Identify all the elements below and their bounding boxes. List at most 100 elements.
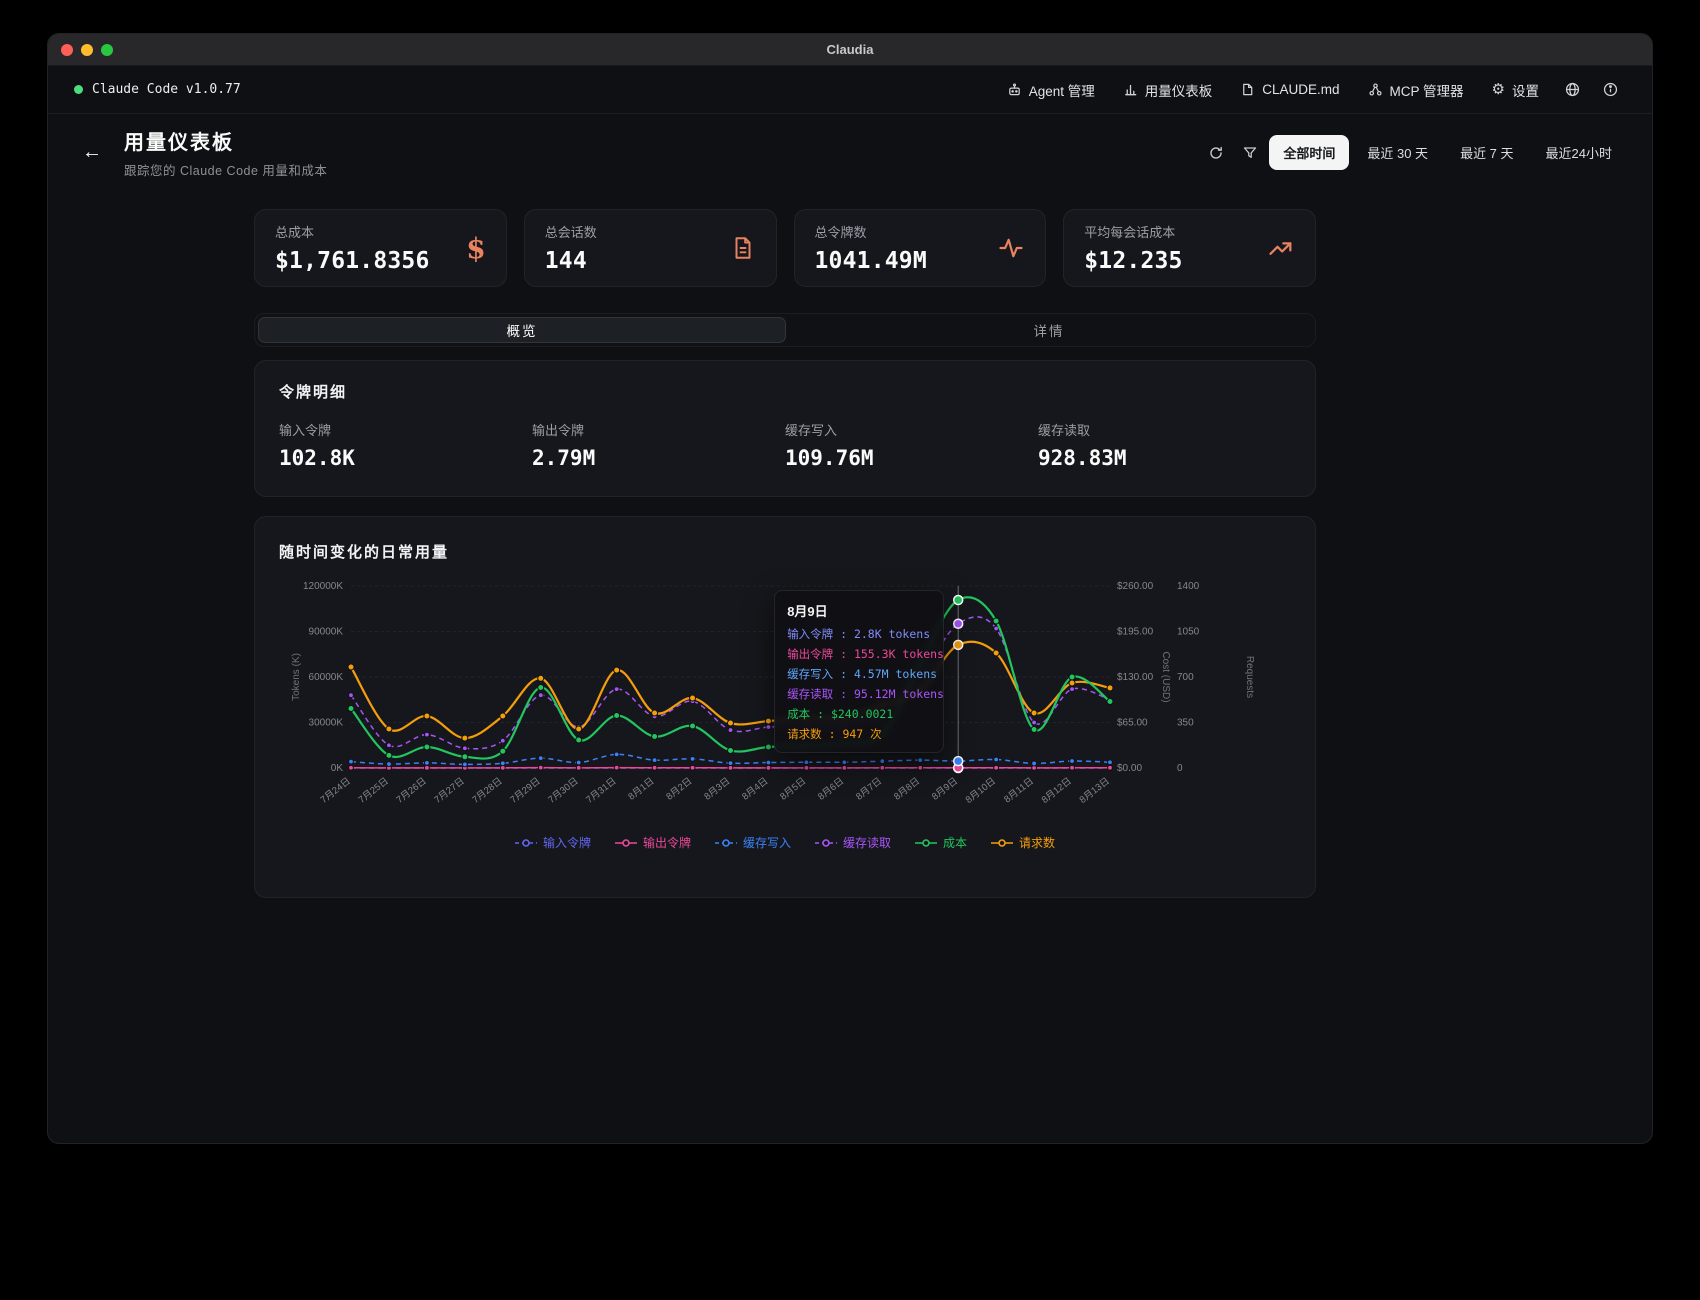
svg-text:8月12日: 8月12日 <box>1040 776 1074 806</box>
zoom-window-button[interactable] <box>101 44 113 56</box>
nav-settings-label: 设置 <box>1512 80 1539 100</box>
legend-item[interactable]: 输出令牌 <box>615 834 691 851</box>
stat-card-total-cost: 总成本 $1,761.8356 $ <box>254 209 507 287</box>
close-window-button[interactable] <box>61 44 73 56</box>
svg-text:$0.00: $0.00 <box>1117 763 1142 774</box>
range-7-days-button[interactable]: 最近 7 天 <box>1446 135 1527 170</box>
svg-text:8月8日: 8月8日 <box>892 776 922 803</box>
nav-agent-manager[interactable]: Agent 管理 <box>996 73 1106 107</box>
svg-text:350: 350 <box>1177 718 1194 729</box>
stats-row: 总成本 $1,761.8356 $ 总会话数 144 总令牌数 1041.49M <box>254 209 1316 287</box>
legend-glyph-icon <box>515 838 537 848</box>
svg-text:30000K: 30000K <box>309 718 344 729</box>
page-titles: 用量仪表板 跟踪您的 Claude Code 用量和成本 <box>124 126 327 179</box>
nav-usage-dashboard[interactable]: 用量仪表板 <box>1112 73 1224 107</box>
legend-glyph-icon <box>915 838 937 848</box>
svg-text:8月11日: 8月11日 <box>1002 776 1036 806</box>
legend-item[interactable]: 输入令牌 <box>515 834 591 851</box>
trend-up-icon <box>1267 234 1295 262</box>
app-version-label: Claude Code v1.0.77 <box>92 82 241 97</box>
svg-text:$130.00: $130.00 <box>1117 672 1154 683</box>
info-icon <box>1602 81 1619 98</box>
stat-value: 1041.49M <box>815 248 927 274</box>
refresh-icon <box>1208 145 1224 161</box>
svg-text:Requests: Requests <box>1244 656 1255 698</box>
svg-text:1050: 1050 <box>1177 627 1200 638</box>
range-30-days-button[interactable]: 最近 30 天 <box>1353 135 1442 170</box>
traffic-lights <box>61 44 113 56</box>
token-breakdown-grid: 输入令牌 102.8K 输出令牌 2.79M 缓存写入 109.76M 缓存读取… <box>279 420 1291 470</box>
globe-icon <box>1564 81 1581 98</box>
stat-label: 总令牌数 <box>815 222 927 241</box>
svg-text:7月31日: 7月31日 <box>584 776 618 806</box>
token-breakdown-title: 令牌明细 <box>279 381 1291 402</box>
svg-text:8月5日: 8月5日 <box>778 776 808 803</box>
stat-value: 144 <box>545 248 597 274</box>
svg-text:7月24日: 7月24日 <box>319 776 353 806</box>
svg-text:Cost (USD): Cost (USD) <box>1160 651 1171 702</box>
svg-text:8月13日: 8月13日 <box>1078 776 1112 806</box>
tooltip-row: 输入令牌 : 2.8K tokens <box>787 626 931 642</box>
svg-text:$65.00: $65.00 <box>1117 718 1148 729</box>
nav-usage-dashboard-label: 用量仪表板 <box>1145 80 1213 100</box>
legend-item[interactable]: 缓存读取 <box>815 834 891 851</box>
token-item-output: 输出令牌 2.79M <box>532 420 785 470</box>
svg-text:8月3日: 8月3日 <box>702 776 732 803</box>
token-item-cache-read: 缓存读取 928.83M <box>1038 420 1291 470</box>
svg-text:8月4日: 8月4日 <box>740 776 770 803</box>
range-all-time-button[interactable]: 全部时间 <box>1269 135 1349 170</box>
stat-card-total-sessions: 总会话数 144 <box>524 209 777 287</box>
tooltip-date: 8月9日 <box>787 601 931 620</box>
legend-item[interactable]: 请求数 <box>991 834 1055 851</box>
minimize-window-button[interactable] <box>81 44 93 56</box>
document-icon <box>730 235 756 261</box>
stat-label: 总会话数 <box>545 222 597 241</box>
svg-text:$260.00: $260.00 <box>1117 581 1154 592</box>
refresh-button[interactable] <box>1201 138 1231 168</box>
svg-text:8月1日: 8月1日 <box>626 776 656 803</box>
tooltip-row: 请求数 : 947 次 <box>787 726 931 742</box>
daily-usage-card: 随时间变化的日常用量 0K30000K60000K90000K120000KTo… <box>254 516 1316 898</box>
svg-text:7月29日: 7月29日 <box>508 776 542 806</box>
legend-glyph-icon <box>991 838 1013 848</box>
svg-text:7月30日: 7月30日 <box>546 776 580 806</box>
app-window: Claudia Claude Code v1.0.77 Agent 管理 用量仪… <box>47 33 1653 1144</box>
app-version: Claude Code v1.0.77 <box>74 82 241 97</box>
tooltip-row: 成本 : $240.0021 <box>787 706 931 722</box>
legend-item[interactable]: 成本 <box>915 834 967 851</box>
svg-text:0K: 0K <box>331 763 344 774</box>
svg-text:1400: 1400 <box>1177 581 1200 592</box>
stat-label: 平均每会话成本 <box>1084 222 1182 241</box>
nav-settings[interactable]: ⚙ 设置 <box>1481 73 1550 107</box>
svg-text:8月10日: 8月10日 <box>964 776 998 806</box>
tab-overview[interactable]: 概览 <box>258 317 786 343</box>
svg-text:$195.00: $195.00 <box>1117 627 1154 638</box>
bar-chart-icon <box>1123 82 1138 97</box>
top-navigation: Claude Code v1.0.77 Agent 管理 用量仪表板 CLAUD… <box>48 66 1652 114</box>
view-tabs: 概览 详情 <box>254 313 1316 347</box>
nav-claude-md[interactable]: CLAUDE.md <box>1229 75 1350 104</box>
network-icon <box>1368 82 1383 97</box>
svg-text:8月9日: 8月9日 <box>930 776 960 803</box>
tooltip-row: 输出令牌 : 155.3K tokens <box>787 646 931 662</box>
language-button[interactable] <box>1556 75 1588 105</box>
tooltip-row: 缓存写入 : 4.57M tokens <box>787 666 931 682</box>
chart-legend: 输入令牌 输出令牌 缓存写入 缓存读取 成本 请求数 <box>279 834 1291 851</box>
activity-icon <box>997 234 1025 262</box>
stat-card-avg-cost-per-session: 平均每会话成本 $12.235 <box>1063 209 1316 287</box>
page-title: 用量仪表板 <box>124 126 327 155</box>
filter-button[interactable] <box>1235 138 1265 168</box>
back-button[interactable]: ← <box>82 141 102 164</box>
range-24-hours-button[interactable]: 最近24小时 <box>1532 135 1626 170</box>
stat-label: 总成本 <box>275 222 430 241</box>
token-item-cache-write: 缓存写入 109.76M <box>785 420 1038 470</box>
svg-text:0: 0 <box>1177 763 1183 774</box>
nav-agent-manager-label: Agent 管理 <box>1029 80 1095 100</box>
legend-item[interactable]: 缓存写入 <box>715 834 791 851</box>
tab-details[interactable]: 详情 <box>786 317 1312 343</box>
page-header: ← 用量仪表板 跟踪您的 Claude Code 用量和成本 全部时间 最近 3… <box>48 114 1652 195</box>
bot-icon <box>1007 82 1022 97</box>
main-content: 总成本 $1,761.8356 $ 总会话数 144 总令牌数 1041.49M <box>254 209 1316 898</box>
nav-mcp-manager[interactable]: MCP 管理器 <box>1357 73 1475 107</box>
info-button[interactable] <box>1594 75 1626 105</box>
